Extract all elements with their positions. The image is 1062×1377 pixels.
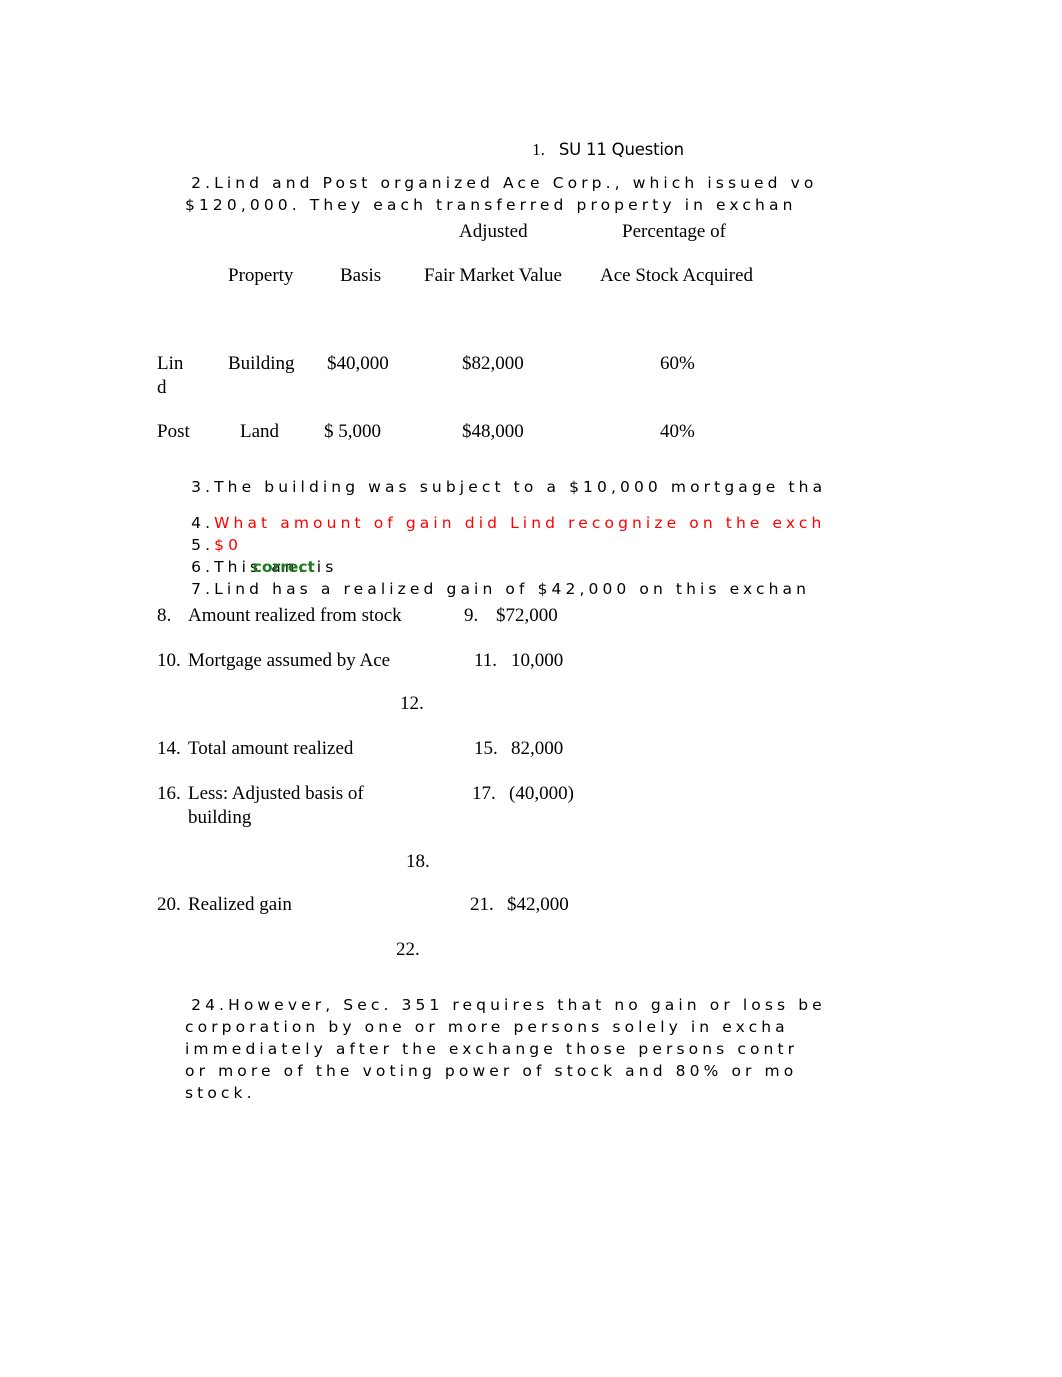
calc-row-number-22: 22. [396, 939, 420, 960]
table-row-post-basis: $ 5,000 [324, 421, 381, 442]
table-row-lind-name-line1: Lin [157, 353, 184, 374]
table-header-ace-stock-acquired: Ace Stock Acquired [600, 265, 754, 286]
closing-number: 24. [191, 996, 229, 1014]
calc-row-number-10: 10. [157, 650, 181, 671]
intro-line-2: $120,000. They each transferred property… [185, 196, 797, 214]
calc-row-number-17: 17. [472, 783, 496, 804]
table-row-lind-basis: $40,000 [327, 353, 389, 374]
calc-row-number-15: 15. [474, 738, 498, 759]
table-header-property: Property [228, 265, 294, 286]
calc-row-label-16: Less: Adjusted basis of building [188, 783, 364, 828]
closing-line-3: immediately after the exchange those per… [185, 1040, 799, 1058]
explanation-text: Lind has a realized gain of $42,000 on t… [214, 580, 811, 598]
calc-row-number-20: 20. [157, 894, 181, 915]
closing-line-5: stock. [185, 1084, 256, 1102]
table-row-lind-property: Building [228, 353, 295, 374]
calc-row-value-15: 82,000 [511, 738, 564, 759]
intro-paragraph: 2.Lind and Post organized Ace Corp., whi… [155, 150, 1062, 260]
calc-row-label-14: Total amount realized [188, 738, 354, 759]
calc-row-label-10: Mortgage assumed by Ace [188, 650, 391, 671]
document-page: 1. SU 11 Question 2.Lind and Post organiz… [0, 0, 1062, 1377]
table-row-post-stock-pct: 40% [660, 421, 695, 442]
intro-number: 2. [191, 174, 215, 192]
table-header-basis: Basis [340, 265, 382, 286]
calc-row-label-8: Amount realized from stock [188, 605, 402, 626]
table-row-lind-name-line2: d [157, 377, 167, 398]
table-row-lind-fmv: $82,000 [462, 353, 524, 374]
calc-row-number-16: 16. [157, 783, 181, 804]
table-row-post-name: Post [157, 421, 190, 442]
table-row-post-fmv: $48,000 [462, 421, 524, 442]
table-header-percentage-of: Percentage of [622, 221, 726, 242]
explanation-number: 7. [191, 580, 215, 598]
calc-row-value-9: $72,000 [496, 605, 558, 626]
calc-row-value-21: $42,000 [507, 894, 569, 915]
calc-row-value-17: (40,000) [509, 783, 574, 804]
intro-line-1: Lind and Post organized Ace Corp., which… [214, 174, 818, 192]
calc-row-number-18: 18. [406, 851, 430, 872]
closing-line-4: or more of the voting power of stock and… [185, 1062, 798, 1080]
calc-row-number-9: 9. [464, 605, 479, 626]
closing-paragraph: 24.However, Sec. 351 requires that no ga… [155, 972, 1062, 1148]
calc-row-number-12: 12. [400, 693, 424, 714]
closing-line-1: However, Sec. 351 requires that no gain … [228, 996, 826, 1014]
table-row-lind-stock-pct: 60% [660, 353, 695, 374]
closing-line-2: corporation by one or more persons solel… [185, 1018, 789, 1036]
table-header-adjusted: Adjusted [459, 221, 528, 242]
calc-row-value-11: 10,000 [511, 650, 564, 671]
calc-row-number-11: 11. [474, 650, 498, 671]
calc-row-number-8: 8. [157, 605, 172, 626]
table-row-post-property: Land [240, 421, 280, 442]
table-header-fair-market-value: Fair Market Value [424, 265, 562, 286]
calc-row-number-21: 21. [470, 894, 494, 915]
calc-row-label-20: Realized gain [188, 894, 292, 915]
calc-row-number-14: 14. [157, 738, 181, 759]
